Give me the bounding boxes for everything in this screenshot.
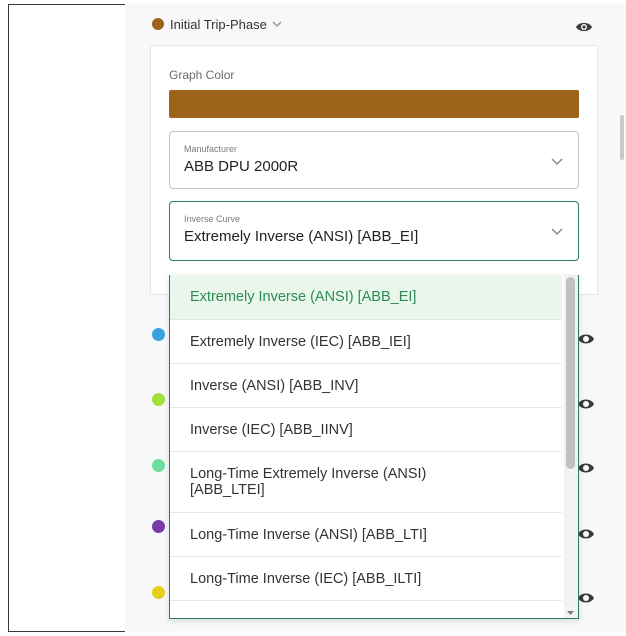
option-label: Long-Time Inverse (IEC) [ABB_ILTI]: [190, 570, 422, 587]
scroll-down-arrow-icon[interactable]: [566, 609, 575, 617]
phase-color-dot[interactable]: [152, 586, 165, 599]
option-label: Inverse (ANSI) [ABB_INV]: [190, 377, 359, 394]
manufacturer-label: Manufacturer: [184, 144, 238, 154]
option-label: Long-Time Extremely Inverse (ANSI) [ABB_…: [190, 466, 427, 498]
dropdown-scrollbar-thumb[interactable]: [566, 277, 575, 469]
dropdown-option[interactable]: Long-Time Inverse (ANSI) [ABB_LTI]: [170, 513, 562, 557]
phase-color-dot[interactable]: [152, 459, 165, 472]
graph-color-label: Graph Color: [169, 68, 235, 82]
eye-icon[interactable]: [577, 332, 595, 346]
dropdown-option[interactable]: Extremely Inverse (IEC) [ABB_IEI]: [170, 320, 562, 364]
phase-color-dot[interactable]: [152, 328, 165, 341]
dropdown-option[interactable]: Long-Time Inverse (IEC) [ABB_ILTI]: [170, 557, 562, 601]
option-label: Long-Time Inverse (ANSI) [ABB_LTI]: [190, 526, 427, 543]
chevron-down-icon: [551, 228, 563, 236]
option-label: Inverse (IEC) [ABB_IINV]: [190, 421, 353, 438]
graph-color-swatch[interactable]: [169, 90, 579, 118]
phase-header[interactable]: Initial Trip-Phase: [152, 14, 283, 34]
eye-icon[interactable]: [577, 461, 595, 475]
phase-color-dot: [152, 18, 164, 30]
phase-title: Initial Trip-Phase: [170, 16, 267, 32]
chevron-down-icon[interactable]: [271, 18, 283, 30]
phase-color-dot[interactable]: [152, 393, 165, 406]
eye-icon[interactable]: [575, 21, 593, 33]
dropdown-option[interactable]: Inverse (ANSI) [ABB_INV]: [170, 364, 562, 408]
option-label: Extremely Inverse (IEC) [ABB_IEI]: [190, 333, 411, 350]
inverse-curve-dropdown[interactable]: Extremely Inverse (ANSI) [ABB_EI] Extrem…: [169, 275, 579, 619]
eye-icon[interactable]: [577, 397, 595, 411]
manufacturer-value: ABB DPU 2000R: [184, 158, 299, 175]
chevron-down-icon: [551, 158, 563, 166]
inverse-curve-value: Extremely Inverse (ANSI) [ABB_EI]: [184, 228, 419, 245]
eye-icon[interactable]: [577, 527, 595, 541]
inverse-curve-label: Inverse Curve: [184, 214, 241, 224]
dropdown-option[interactable]: Extremely Inverse (ANSI) [ABB_EI]: [170, 275, 562, 320]
option-label: Extremely Inverse (ANSI) [ABB_EI]: [190, 289, 417, 305]
dropdown-scrollbar-track[interactable]: [564, 275, 578, 618]
eye-icon[interactable]: [577, 591, 595, 605]
phase-color-dot[interactable]: [152, 520, 165, 533]
manufacturer-select[interactable]: Manufacturer ABB DPU 2000R: [169, 131, 579, 189]
dropdown-option[interactable]: Long-Time Extremely Inverse (ANSI) [ABB_…: [170, 452, 562, 513]
panel-scrollbar[interactable]: [620, 115, 624, 160]
inverse-curve-select[interactable]: Inverse Curve Extremely Inverse (ANSI) […: [169, 201, 579, 261]
dropdown-option[interactable]: Inverse (IEC) [ABB_IINV]: [170, 408, 562, 452]
